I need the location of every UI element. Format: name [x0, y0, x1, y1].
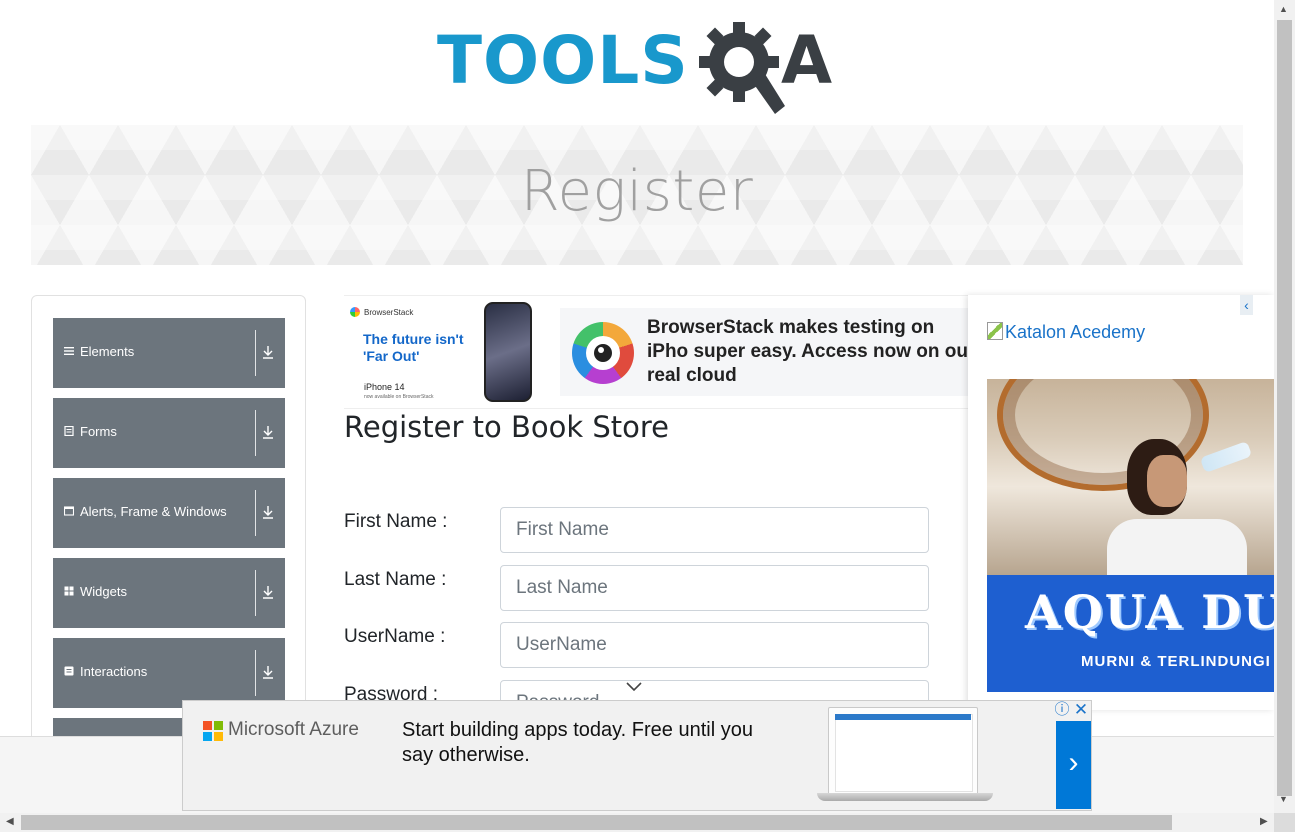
- ad-collapse-chevron-icon[interactable]: ‹: [1240, 295, 1253, 315]
- download-icon[interactable]: [262, 663, 274, 681]
- ad-left-panel: BrowserStack The future isn't 'Far Out' …: [344, 296, 544, 408]
- scrollbar-corner: [1274, 813, 1295, 832]
- browserstack-ad[interactable]: BrowserStack The future isn't 'Far Out' …: [344, 295, 968, 409]
- divider: [255, 490, 256, 536]
- last-name-input[interactable]: [500, 565, 929, 611]
- sidebar-group-widgets[interactable]: Widgets: [53, 558, 285, 628]
- ad-collapse-chevron-down-icon[interactable]: [625, 680, 645, 694]
- last-name-label: Last Name :: [344, 569, 447, 590]
- logo-text-tools: TOOLS: [437, 22, 689, 99]
- divider: [255, 330, 256, 376]
- scroll-down-arrow-icon[interactable]: ▼: [1279, 794, 1288, 804]
- ad-close-icon[interactable]: ✕: [1072, 701, 1090, 719]
- hamburger-icon: [64, 347, 74, 355]
- sidebar-group-label: Forms: [80, 424, 117, 439]
- vertical-scrollbar[interactable]: ▲ ▼: [1274, 0, 1295, 813]
- page-title: Register: [520, 159, 754, 224]
- first-name-input[interactable]: [500, 507, 929, 553]
- window-icon: [64, 506, 74, 516]
- ad-product: iPhone 14: [364, 382, 405, 392]
- download-icon[interactable]: [262, 423, 274, 441]
- first-name-label: First Name :: [344, 511, 448, 532]
- aqua-sub-text: MURNI & TERLINDUNGI: [1081, 653, 1271, 670]
- horizontal-scrollbar[interactable]: ◀ ▶: [0, 813, 1274, 832]
- broken-image-icon: [987, 322, 1003, 340]
- ad-next-button[interactable]: ›: [1056, 721, 1091, 809]
- scroll-left-arrow-icon[interactable]: ◀: [6, 816, 14, 827]
- ad-message: BrowserStack makes testing on iPho super…: [647, 317, 968, 386]
- ad-tagline: The future isn't 'Far Out': [363, 331, 464, 364]
- ad-small-print: now available on BrowserStack: [364, 394, 434, 400]
- sidebar-group-interactions[interactable]: Interactions: [53, 638, 285, 708]
- toolsqa-logo[interactable]: TOOLS A: [437, 18, 842, 114]
- interactions-icon: [64, 666, 74, 676]
- sidebar-group-label: Interactions: [80, 664, 148, 679]
- katalon-ad-link[interactable]: Katalon Acedemy: [987, 322, 1145, 343]
- azure-brand: Microsoft Azure: [228, 719, 359, 740]
- download-icon[interactable]: [262, 583, 274, 601]
- username-label: UserName :: [344, 626, 446, 647]
- gear-logo-icon: [699, 22, 785, 114]
- download-icon[interactable]: [262, 343, 274, 361]
- ad-brand: BrowserStack: [364, 308, 414, 317]
- widgets-icon: [64, 586, 74, 596]
- katalon-ad[interactable]: Katalon Acedemy AQUA DUI MURNI & TERLIND…: [968, 295, 1295, 710]
- username-input[interactable]: [500, 622, 929, 668]
- register-heading: Register to Book Store: [344, 410, 669, 444]
- scroll-right-arrow-icon[interactable]: ▶: [1260, 816, 1268, 827]
- browserstack-eye-icon: [572, 322, 634, 384]
- page-banner: Register: [31, 125, 1243, 265]
- sidebar-group-label: Widgets: [80, 584, 127, 599]
- divider: [255, 650, 256, 696]
- ad-info-icon[interactable]: ⓘ: [1053, 701, 1071, 719]
- katalon-link-text: Katalon Acedemy: [1005, 322, 1146, 342]
- sidebar-group-forms[interactable]: Forms: [53, 398, 285, 468]
- sidebar-group-label: Elements: [80, 344, 135, 359]
- azure-ad-text: Start building apps today. Free until yo…: [402, 719, 753, 766]
- divider: [255, 570, 256, 616]
- scroll-up-arrow-icon[interactable]: ▲: [1279, 4, 1288, 14]
- form-icon: [64, 426, 74, 436]
- laptop-image: [828, 707, 978, 797]
- aqua-brand-text: AQUA DUI: [1025, 585, 1295, 639]
- aqua-ad-image: [987, 379, 1274, 575]
- sidebar: Elements Forms Alerts, Frame & Windows W…: [31, 295, 306, 788]
- divider: [255, 410, 256, 456]
- microsoft-logo-icon: [203, 721, 223, 741]
- horizontal-scroll-thumb[interactable]: [21, 815, 1172, 830]
- azure-ad[interactable]: Microsoft Azure Start building apps toda…: [182, 700, 1092, 811]
- ad-right-panel: BrowserStack makes testing on iPho super…: [560, 308, 968, 396]
- sidebar-group-alerts-frame-windows[interactable]: Alerts, Frame & Windows: [53, 478, 285, 548]
- sidebar-group-elements[interactable]: Elements: [53, 318, 285, 388]
- logo-text-a: A: [781, 22, 833, 99]
- browserstack-logo-icon: [350, 307, 360, 317]
- download-icon[interactable]: [262, 503, 274, 521]
- iphone-image: [484, 302, 532, 402]
- aqua-ad-band: AQUA DUI MURNI & TERLINDUNGI: [987, 575, 1295, 692]
- sidebar-group-label: Alerts, Frame & Windows: [80, 504, 227, 519]
- laptop-base: [817, 793, 993, 801]
- vertical-scroll-thumb[interactable]: [1277, 20, 1292, 796]
